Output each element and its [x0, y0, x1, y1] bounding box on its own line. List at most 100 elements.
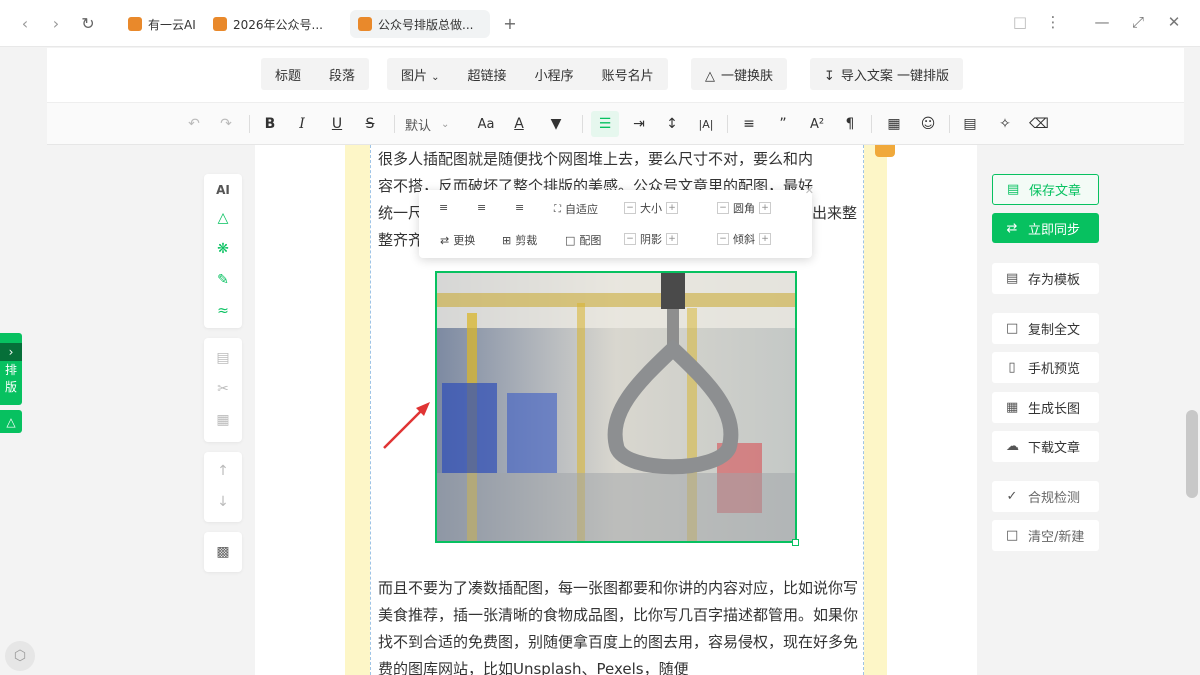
menu-miniprogram[interactable]: 小程序 [521, 65, 588, 84]
increase-button[interactable]: + [759, 202, 771, 214]
close-window-icon[interactable]: ✕ [1164, 13, 1184, 31]
bold-icon[interactable]: B [258, 111, 282, 137]
emoji-icon[interactable]: ☺ [916, 111, 940, 137]
caption-icon: □ [565, 233, 576, 247]
letter-spacing-icon[interactable]: |A| [694, 111, 718, 137]
sparkle-icon[interactable]: ❋ [217, 233, 229, 264]
adaptive-button[interactable]: ⛶ 自适应 [554, 201, 598, 217]
decrease-button[interactable]: − [624, 233, 636, 245]
align-center-icon[interactable]: ☰ [591, 111, 619, 137]
shirt-icon[interactable]: △ [218, 202, 229, 233]
layout-sidebar-tab[interactable]: › 排 版 [0, 333, 22, 405]
save-template-button[interactable]: ▤ 存为模板 [992, 263, 1099, 294]
align-center-icon[interactable]: ≡ [477, 201, 486, 214]
editor-menu-bar: 标题 段落 图片 ⌄ 超链接 小程序 账号名片 △ 一键换肤 ↧ 导入文案 一键排版 [47, 48, 1184, 102]
article-image[interactable] [435, 271, 797, 543]
move-down-icon[interactable]: ↓ [217, 486, 229, 517]
ai-button[interactable]: AI [216, 178, 230, 202]
minimize-icon[interactable]: — [1092, 13, 1112, 31]
decrease-button[interactable]: − [717, 202, 729, 214]
browser-tab-2[interactable]: 2026年公众号... [205, 10, 345, 38]
import-button[interactable]: ↧ 导入文案 一键排版 [810, 58, 964, 90]
move-up-icon[interactable]: ↑ [217, 455, 229, 486]
delete-panel: ▩ [204, 532, 242, 572]
chevron-down-icon: ⌄ [441, 118, 450, 130]
highlight-color-icon[interactable]: ▼ [544, 111, 568, 137]
browser-tab-3[interactable]: 公众号排版总做... [350, 10, 490, 38]
save-article-button[interactable]: ▤ 保存文章 [992, 174, 1099, 205]
more-menu-icon[interactable]: ⋮ [1043, 13, 1063, 31]
compliance-check-button[interactable]: ✓ 合规检测 [992, 481, 1099, 512]
undo-icon[interactable]: ↶ [182, 111, 206, 137]
cut-icon[interactable]: ✂ [217, 373, 229, 404]
caption-button[interactable]: □ 配图 [565, 232, 601, 248]
template-icon: ▤ [1006, 271, 1019, 286]
font-family-select[interactable]: 默认 ⌄ [405, 111, 457, 137]
increase-button[interactable]: + [759, 233, 771, 245]
paragraph-mark-icon[interactable]: ¶ [838, 111, 862, 137]
sync-now-button[interactable]: ⇄ 立即同步 [992, 213, 1099, 243]
decrease-button[interactable]: − [717, 233, 729, 245]
table-icon[interactable]: ▦ [882, 111, 906, 137]
copy-icon[interactable]: ▤ [216, 342, 229, 373]
forward-icon[interactable]: › [46, 14, 66, 33]
menu-image[interactable]: 图片 ⌄ [387, 65, 454, 84]
wave-icon[interactable]: ≈ [217, 295, 229, 326]
increase-button[interactable]: + [666, 233, 678, 245]
menu-paragraph[interactable]: 段落 [315, 65, 369, 84]
line-height-icon[interactable]: ↕ [660, 111, 684, 137]
menu-title[interactable]: 标题 [261, 65, 315, 84]
lock-icon[interactable]: □ [1010, 13, 1030, 31]
format-toolbar: ↶ ↷ B I U S 默认 ⌄ Aa A ▼ ☰ ⇥ ↕ |A| ≡ ” A² … [47, 102, 1184, 145]
redo-icon[interactable]: ↷ [214, 111, 238, 137]
align-left-icon[interactable]: ≡ [439, 201, 448, 214]
bullet-list-icon[interactable]: ≡ [737, 111, 761, 137]
crop-button[interactable]: ⊞ 剪裁 [502, 232, 537, 248]
font-color-icon[interactable]: A [507, 111, 531, 137]
strikethrough-icon[interactable]: S [358, 111, 382, 137]
paste-icon[interactable]: ▦ [216, 404, 229, 435]
scrollbar-thumb[interactable] [1186, 410, 1198, 498]
underline-icon[interactable]: U [325, 111, 349, 137]
increase-button[interactable]: + [666, 202, 678, 214]
trash-icon[interactable]: ▩ [216, 537, 229, 568]
new-document-icon: □ [1006, 528, 1019, 543]
font-size-icon[interactable]: Aa [474, 111, 498, 137]
back-icon[interactable]: ‹ [15, 14, 35, 33]
quote-icon[interactable]: ” [771, 111, 795, 137]
decrease-button[interactable]: − [624, 202, 636, 214]
skin-sidebar-tab[interactable]: △ [0, 410, 22, 433]
close-icon[interactable]: ✕ [805, 184, 814, 197]
shirt-icon: △ [705, 68, 715, 84]
indent-icon[interactable]: ⇥ [627, 111, 651, 137]
site-logo-icon [128, 17, 142, 31]
chevron-down-icon: ⌄ [431, 71, 440, 83]
maximize-icon[interactable]: ⤢ [1128, 13, 1148, 31]
edit-tools-panel: ▤ ✂ ▦ [204, 338, 242, 442]
image-icon: ▦ [1006, 400, 1019, 415]
resize-handle[interactable] [792, 539, 799, 546]
menu-account-card[interactable]: 账号名片 [588, 65, 668, 84]
download-article-button[interactable]: ☁ 下载文章 [992, 431, 1099, 462]
format-brush-icon[interactable]: ✧ [993, 111, 1017, 137]
cube-icon[interactable]: ⬡ [5, 641, 35, 671]
browser-tab-1[interactable]: 有一云AI [120, 10, 208, 38]
clear-new-button[interactable]: □ 清空/新建 [992, 520, 1099, 551]
brush-icon[interactable]: ✎ [217, 264, 229, 295]
mobile-preview-button[interactable]: ▯ 手机预览 [992, 352, 1099, 383]
copy-all-button[interactable]: □ 复制全文 [992, 313, 1099, 344]
replace-button[interactable]: ⇄ 更换 [440, 232, 475, 248]
reload-icon[interactable]: ↻ [78, 14, 98, 33]
menu-hyperlink[interactable]: 超链接 [454, 65, 521, 84]
eraser-icon[interactable]: ⌫ [1027, 111, 1051, 137]
long-image-button[interactable]: ▦ 生成长图 [992, 392, 1099, 423]
superscript-icon[interactable]: A² [805, 111, 829, 137]
italic-icon[interactable]: I [290, 111, 314, 137]
new-tab-button[interactable]: + [500, 14, 520, 33]
site-logo-icon [213, 17, 227, 31]
article-paragraph-2[interactable]: 而且不要为了凑数插配图，每一张图都要和你讲的内容对应，比如说你写美食推荐，插一张… [378, 575, 858, 675]
skin-button[interactable]: △ 一键换肤 [691, 58, 788, 90]
site-logo-icon [358, 17, 372, 31]
divider-icon[interactable]: ▤ [958, 111, 982, 137]
align-right-icon[interactable]: ≡ [515, 201, 524, 214]
